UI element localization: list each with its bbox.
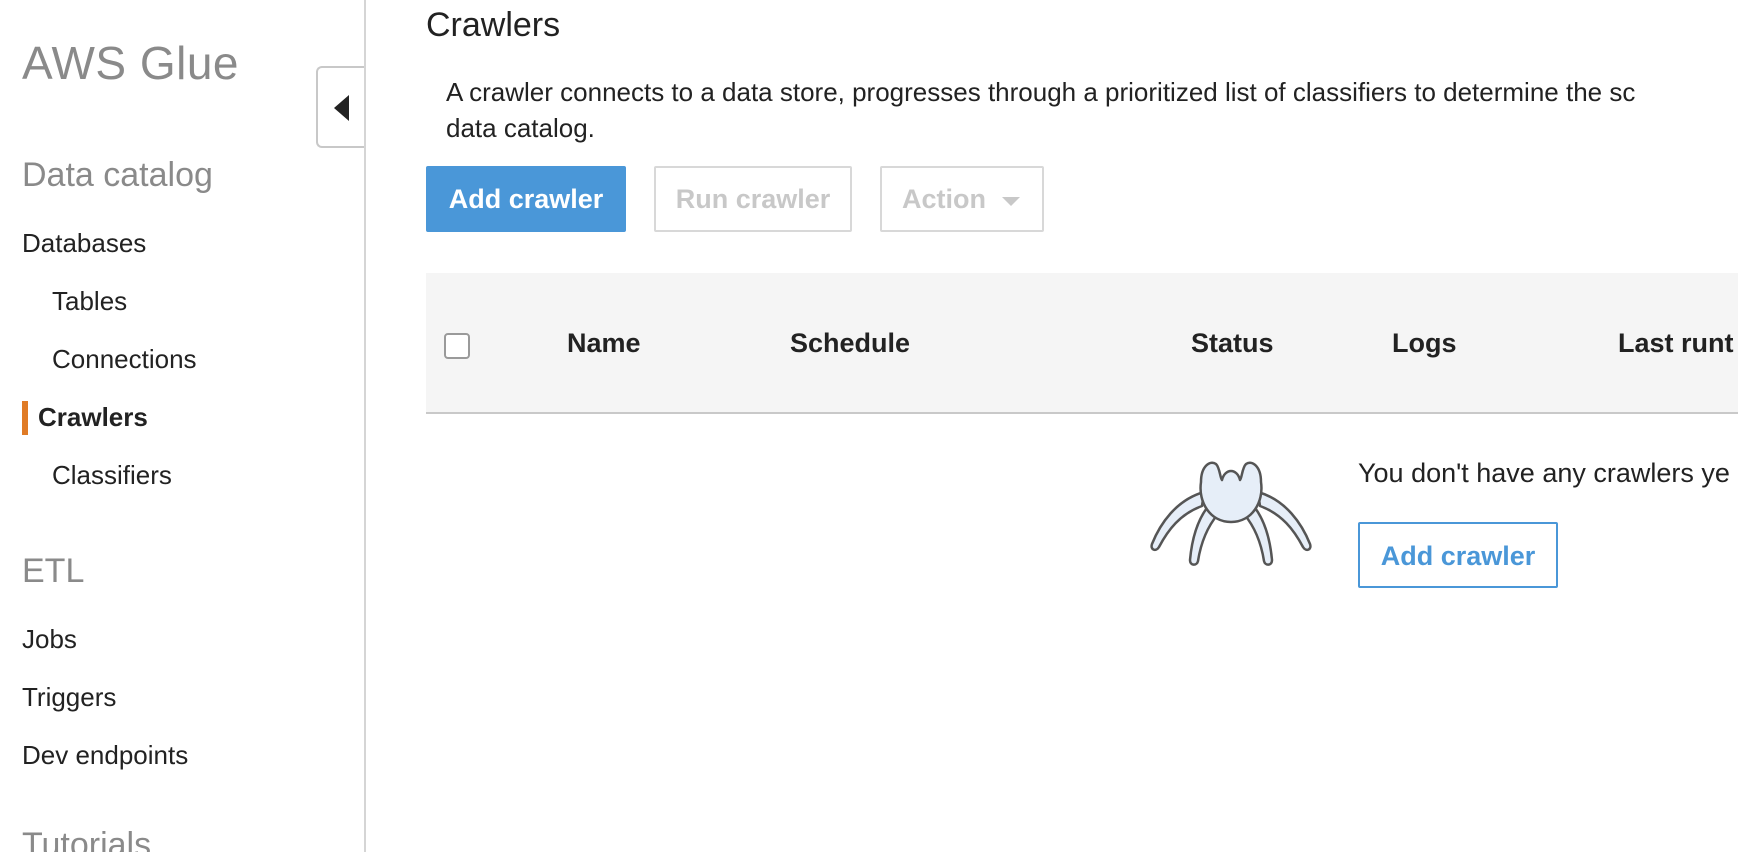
section-title-tutorials: Tutorials bbox=[22, 826, 152, 852]
add-crawler-button[interactable]: Add crawler bbox=[426, 166, 626, 232]
action-dropdown-label: Action bbox=[902, 184, 986, 214]
section-title-etl: ETL bbox=[22, 552, 85, 590]
sidebar-item-jobs[interactable]: Jobs bbox=[22, 624, 77, 655]
column-header-last-runtime[interactable]: Last runt bbox=[1618, 328, 1734, 359]
spider-icon bbox=[1150, 461, 1312, 566]
empty-state-add-crawler-button[interactable]: Add crawler bbox=[1358, 522, 1558, 588]
action-dropdown-button[interactable]: Action bbox=[880, 166, 1044, 232]
run-crawler-button[interactable]: Run crawler bbox=[654, 166, 852, 232]
main-content: Crawlers A crawler connects to a data st… bbox=[366, 0, 1738, 852]
sidebar-item-tables[interactable]: Tables bbox=[52, 286, 127, 317]
caret-down-icon bbox=[1002, 197, 1020, 206]
sidebar-item-dev-endpoints[interactable]: Dev endpoints bbox=[22, 740, 188, 771]
section-title-data-catalog: Data catalog bbox=[22, 156, 213, 194]
sidebar-collapse-button[interactable] bbox=[316, 66, 364, 148]
sidebar-item-databases[interactable]: Databases bbox=[22, 228, 146, 259]
description-line-1: A crawler connects to a data store, prog… bbox=[446, 77, 1636, 107]
app-title: AWS Glue bbox=[22, 37, 240, 89]
select-all-checkbox[interactable] bbox=[444, 333, 470, 359]
column-header-name[interactable]: Name bbox=[567, 328, 641, 359]
chevron-left-icon bbox=[334, 95, 349, 121]
sidebar-item-triggers[interactable]: Triggers bbox=[22, 682, 116, 713]
page-description: A crawler connects to a data store, prog… bbox=[446, 74, 1738, 146]
sidebar: AWS Glue Data catalog Databases Tables C… bbox=[0, 0, 366, 852]
column-header-status[interactable]: Status bbox=[1191, 328, 1274, 359]
active-indicator bbox=[22, 401, 28, 435]
table-header: Name Schedule Status Logs Last runt bbox=[426, 273, 1738, 414]
app-window: AWS Glue Data catalog Databases Tables C… bbox=[0, 0, 1738, 852]
sidebar-item-crawlers[interactable]: Crawlers bbox=[38, 402, 148, 433]
empty-state-message: You don't have any crawlers ye bbox=[1358, 458, 1730, 488]
page-title: Crawlers bbox=[426, 6, 561, 44]
description-line-2: data catalog. bbox=[446, 113, 595, 143]
sidebar-item-classifiers[interactable]: Classifiers bbox=[52, 460, 172, 491]
sidebar-item-connections[interactable]: Connections bbox=[52, 344, 197, 375]
column-header-schedule[interactable]: Schedule bbox=[790, 328, 910, 359]
column-header-logs[interactable]: Logs bbox=[1392, 328, 1457, 359]
